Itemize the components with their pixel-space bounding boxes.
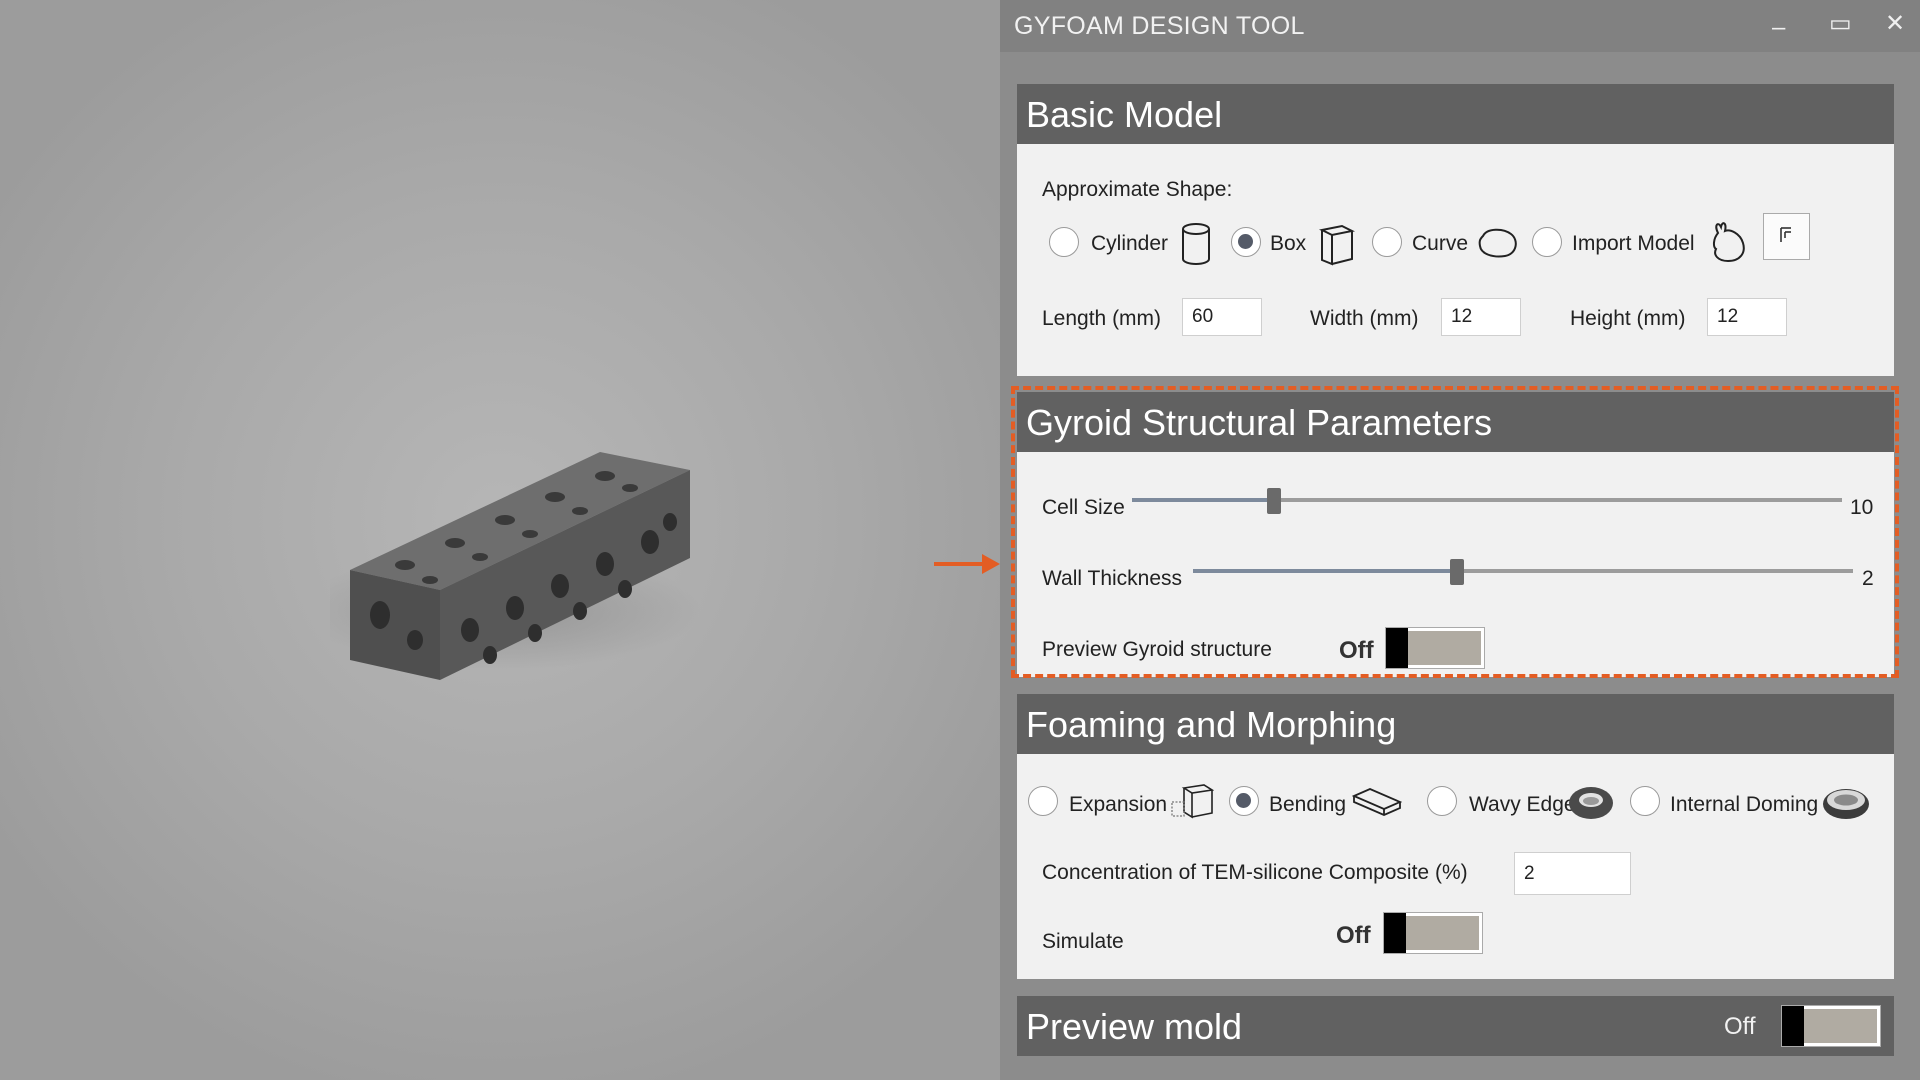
cylinder-label: Cylinder [1091,232,1169,255]
simulate-toggle-state: Off [1336,922,1371,949]
radio-bending[interactable] [1229,786,1259,816]
height-input[interactable] [1707,298,1787,336]
cell-size-label: Cell Size [1042,496,1125,519]
wall-thickness-slider[interactable] [1193,559,1853,585]
import-file-button[interactable] [1763,213,1810,260]
doming-disc-icon [1823,789,1869,819]
pointer-arrow-icon [934,554,1000,574]
approximate-shape-label: Approximate Shape: [1042,178,1233,201]
cell-size-slider[interactable] [1132,488,1842,514]
close-button[interactable]: ✕ [1885,12,1905,36]
simulate-toggle[interactable] [1383,912,1483,954]
radio-box[interactable] [1231,227,1261,257]
radio-curve[interactable] [1372,227,1402,257]
width-input[interactable] [1441,298,1521,336]
radio-import-model[interactable] [1532,227,1562,257]
bending-plate-icon [1352,788,1402,816]
wall-thickness-value: 2 [1862,567,1874,590]
wall-thickness-slider-thumb[interactable] [1450,559,1464,585]
height-label: Height (mm) [1570,307,1686,330]
title-bar: GYFOAM DESIGN TOOL – ▭ ✕ [1000,0,1920,52]
radio-cylinder[interactable] [1049,227,1079,257]
internal-doming-label: Internal Doming [1670,793,1819,816]
gyroid-parameters-header: Gyroid Structural Parameters [1017,392,1894,452]
foaming-morphing-section: Foaming and Morphing Expansion Bending W… [1017,694,1894,979]
expansion-cube-icon [1171,784,1214,819]
curve-label: Curve [1412,232,1469,255]
app-title: GYFOAM DESIGN TOOL [1014,12,1305,40]
folder-import-icon [1780,227,1791,242]
simulate-label: Simulate [1042,930,1124,953]
length-input[interactable] [1182,298,1262,336]
width-label: Width (mm) [1310,307,1419,330]
preview-gyroid-toggle[interactable] [1385,627,1485,669]
preview-mold-toggle[interactable] [1781,1005,1881,1047]
cell-size-value: 10 [1850,496,1874,519]
curve-blob-icon [1478,228,1517,258]
preview-mold-section: Preview mold Off [1017,996,1894,1056]
foaming-morphing-header: Foaming and Morphing [1017,694,1894,754]
radio-expansion[interactable] [1028,786,1058,816]
length-label: Length (mm) [1042,307,1162,330]
cylinder-icon [1182,223,1210,265]
bending-label: Bending [1269,793,1347,816]
minimize-button[interactable]: – [1772,16,1785,40]
wavy-edge-disc-icon [1569,787,1613,819]
preview-mold-toggle-state: Off [1724,1013,1756,1040]
preview-gyroid-label: Preview Gyroid structure [1042,638,1272,661]
bunny-icon [1712,222,1745,263]
box-label: Box [1270,232,1307,255]
preview-gyroid-toggle-state: Off [1339,637,1374,664]
radio-internal-doming[interactable] [1630,786,1660,816]
box-icon [1319,224,1355,266]
cell-size-slider-thumb[interactable] [1267,488,1281,514]
basic-model-section: Basic Model Approximate Shape: Cylinder … [1017,84,1894,376]
radio-wavy-edges[interactable] [1427,786,1457,816]
design-tool-panel: GYFOAM DESIGN TOOL – ▭ ✕ Basic Model App… [1000,0,1920,1080]
expansion-label: Expansion [1069,793,1168,816]
preview-mold-header: Preview mold [1017,996,1894,1056]
maximize-button[interactable]: ▭ [1829,12,1852,36]
import-model-label: Import Model [1572,232,1695,255]
concentration-label: Concentration of TEM-silicone Composite … [1042,861,1468,884]
wall-thickness-label: Wall Thickness [1042,567,1183,590]
gyroid-box-model[interactable] [330,430,710,700]
gyroid-parameters-section: Gyroid Structural Parameters Cell Size 1… [1017,392,1894,677]
concentration-input[interactable] [1514,852,1631,895]
3d-viewport[interactable] [0,0,1000,1080]
basic-model-header: Basic Model [1017,84,1894,144]
